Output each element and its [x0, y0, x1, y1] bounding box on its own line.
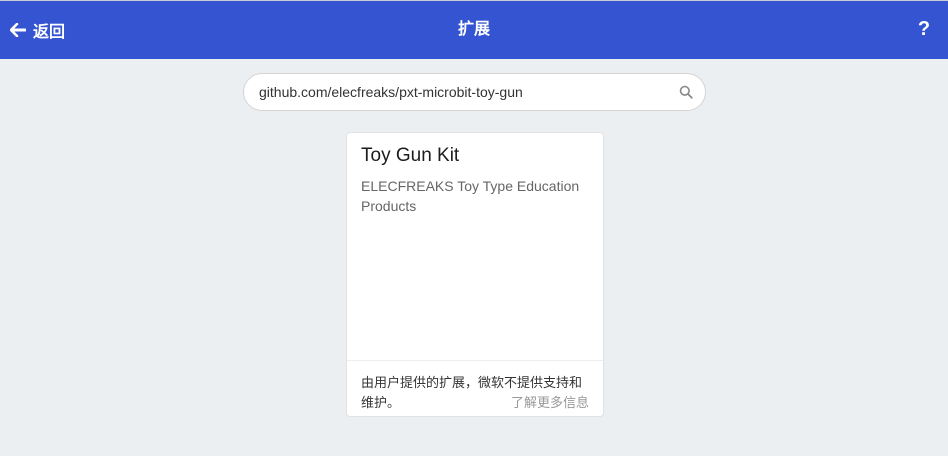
- top-bar: 返回 扩展 ?: [0, 0, 948, 59]
- search-box: [243, 73, 706, 111]
- search-icon[interactable]: [679, 85, 693, 99]
- card-divider: [347, 360, 603, 361]
- help-button[interactable]: ?: [916, 17, 932, 41]
- extension-card[interactable]: Toy Gun Kit ELECFREAKS Toy Type Educatio…: [346, 132, 604, 417]
- card-title: Toy Gun Kit: [361, 145, 460, 166]
- learn-more-link[interactable]: 了解更多信息: [511, 393, 589, 413]
- card-description: ELECFREAKS Toy Type Education Products: [361, 178, 580, 214]
- search-input[interactable]: [259, 74, 664, 110]
- page-title: 扩展: [457, 21, 490, 38]
